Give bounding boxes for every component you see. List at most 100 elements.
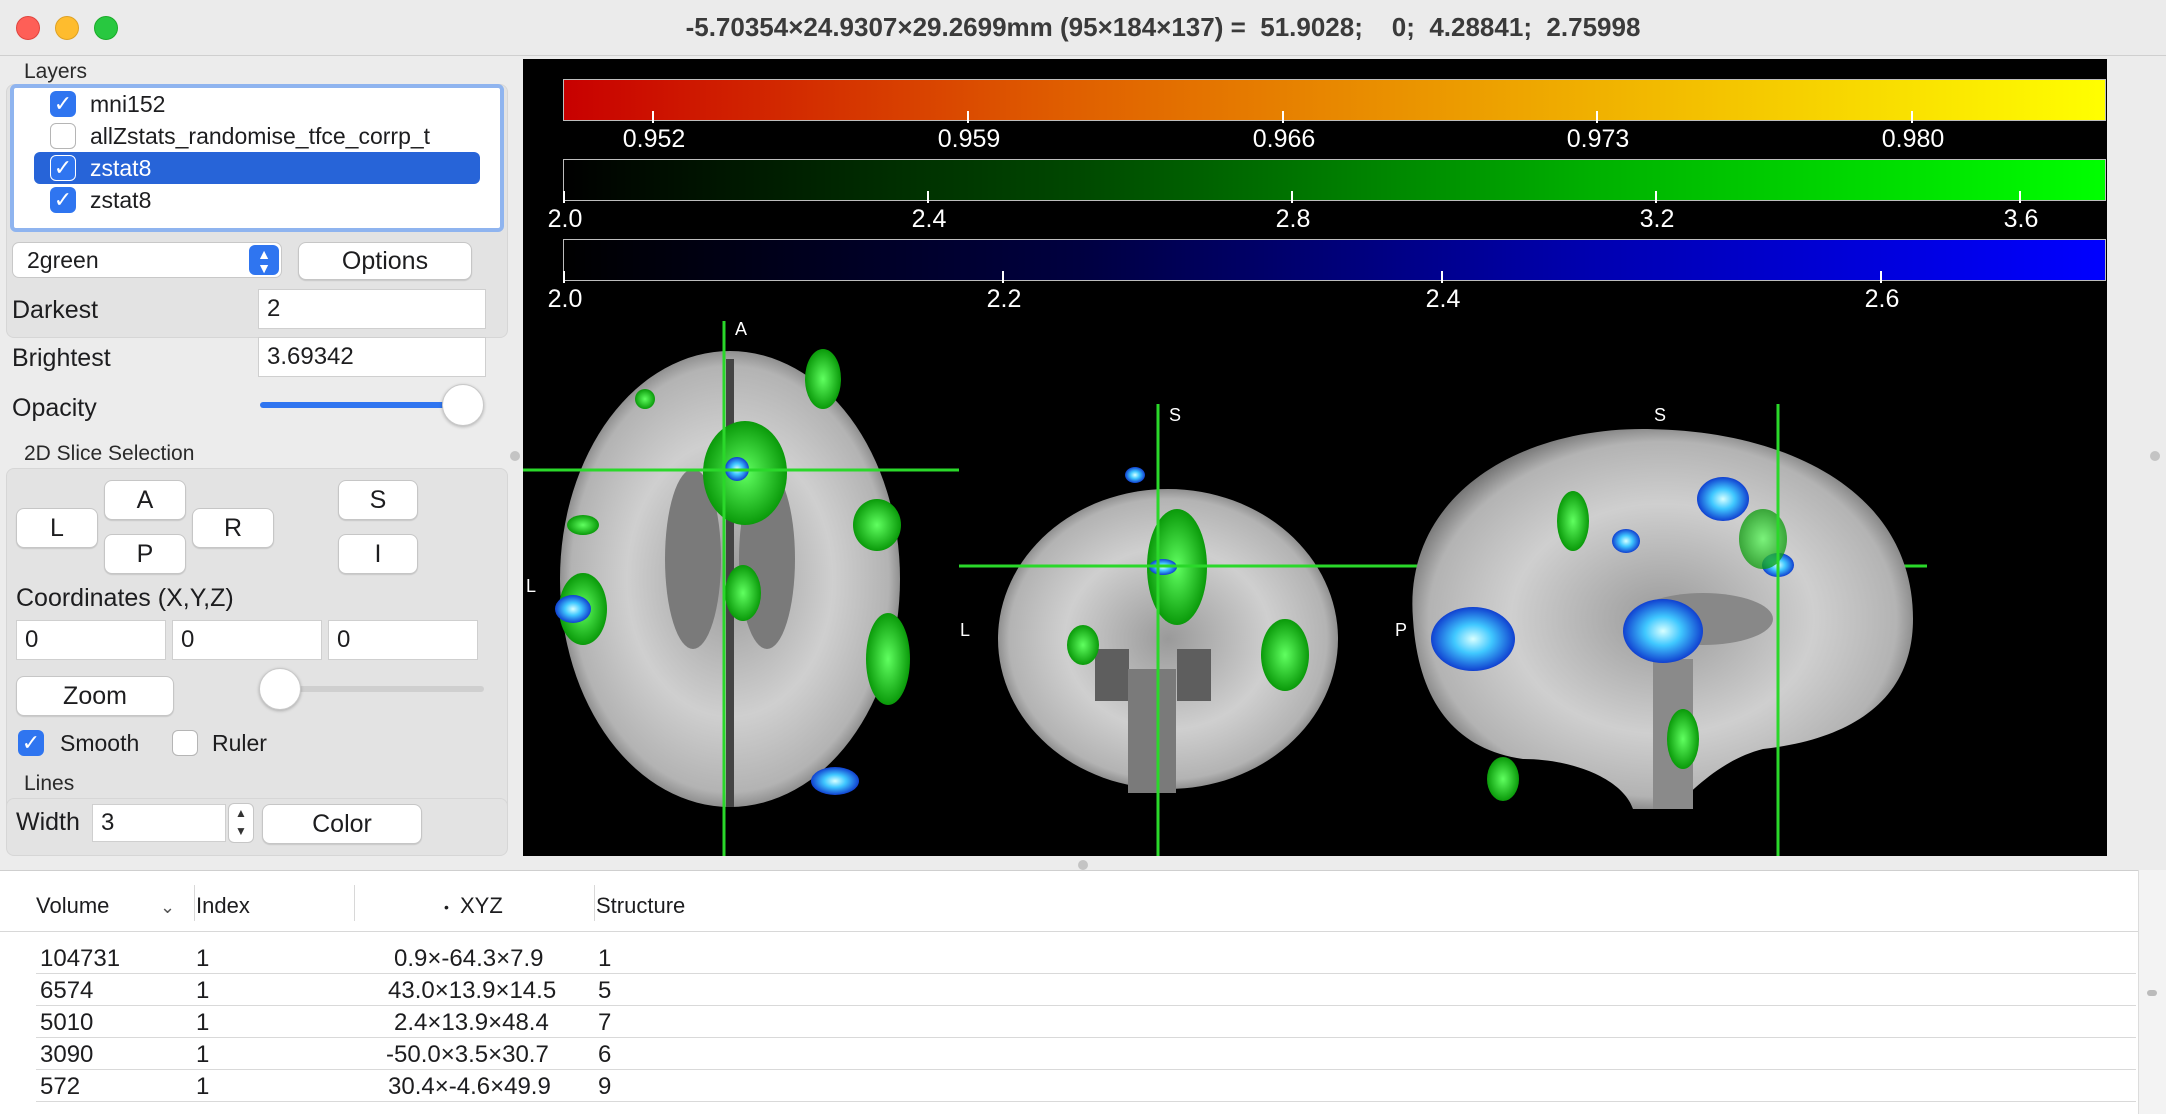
axial-slice[interactable] [523,321,959,856]
orientation-label-coronal-left: L [960,620,970,640]
layer-visibility-checkbox[interactable]: ✓ [50,187,76,213]
cell-index: 1 [196,977,210,1004]
colormap-value: 2green [27,247,99,273]
cell-xyz: 30.4×-4.6×49.9 [388,1073,551,1100]
coordinate-z-input[interactable]: 0 [328,620,478,660]
activation-blob [1697,477,1749,521]
brain-slices[interactable]: A L S L S P [523,59,2107,856]
activation-blob [1623,599,1703,663]
slice-selection-title: 2D Slice Selection [24,442,195,465]
layer-visibility-checkbox[interactable] [50,123,76,149]
brightest-input[interactable]: 3.69342 [258,337,486,377]
header-divider [0,931,2138,932]
anterior-view-button[interactable]: A [104,480,186,520]
activation-blob [1261,619,1309,691]
activation-blob [1487,757,1519,801]
opacity-slider-knob[interactable] [442,384,484,426]
layer-name: zstat8 [90,154,152,181]
layer-visibility-checkbox[interactable]: ✓ [50,91,76,117]
column-header-index[interactable]: Index [196,893,250,919]
inferior-view-button[interactable]: I [338,534,418,574]
sagittal-slice[interactable] [1412,404,1913,856]
activation-blob [811,767,859,795]
column-separator [594,885,595,921]
ruler-checkbox[interactable] [172,730,198,756]
cell-structure: 9 [598,1073,612,1100]
cell-xyz: 2.4×13.9×48.4 [394,1009,549,1036]
table-scrollbar[interactable] [2138,870,2166,1114]
options-button[interactable]: Options [298,242,472,280]
cell-volume: 104731 [40,945,121,972]
layers-group-title: Layers [24,60,88,83]
ventricle-left [1095,649,1129,701]
right-splitter-handle[interactable] [2150,451,2160,461]
ventricle-right [1177,649,1211,701]
chevron-down-icon[interactable]: ⌄ [160,897,175,918]
darkest-input[interactable]: 2 [258,289,486,329]
zoom-slider-knob[interactable] [259,668,301,710]
posterior-view-button[interactable]: P [104,534,186,574]
cluster-table[interactable]: Volume ⌄ Index • XYZ Structure 104731 1 … [0,870,2138,1114]
column-header-structure[interactable]: Structure [596,893,685,919]
table-row[interactable]: 5010 1 2.4×13.9×48.4 7 [36,1007,2136,1038]
table-row[interactable]: 6574 1 43.0×13.9×14.5 5 [36,975,2136,1006]
layer-row-zstat8[interactable]: ✓ zstat8 [14,184,500,216]
cell-index: 1 [196,1041,210,1068]
table-row[interactable]: 572 1 30.4×-4.6×49.9 9 [36,1071,2136,1102]
activation-blob [1067,625,1099,665]
activation-blob [853,499,901,551]
left-view-button[interactable]: L [16,508,98,548]
column-header-volume[interactable]: Volume [36,893,109,919]
line-width-stepper[interactable]: ▲ ▼ [228,803,254,843]
coordinate-y-input[interactable]: 0 [172,620,322,660]
line-width-label: Width [16,808,80,836]
activation-blob [1431,607,1515,671]
smooth-checkbox[interactable]: ✓ [18,730,44,756]
darkest-label: Darkest [12,296,99,324]
scrollbar-thumb[interactable] [2147,990,2157,996]
line-width-input[interactable]: 3 [92,804,226,842]
coordinates-label: Coordinates (X,Y,Z) [16,584,234,612]
column-header-xyz[interactable]: XYZ [460,893,503,919]
table-splitter-handle[interactable] [1078,860,1088,870]
activation-blob [1125,467,1145,483]
sort-dot-icon: • [444,899,449,915]
column-separator [354,885,355,921]
panel-splitter-handle[interactable] [510,451,520,461]
window-title: -5.70354×24.9307×29.2699mm (95×184×137) … [685,12,1641,42]
zoom-button[interactable]: Zoom [16,676,174,716]
opacity-label: Opacity [12,394,97,422]
superior-view-button[interactable]: S [338,480,418,520]
cell-index: 1 [196,945,210,972]
brainstem [1128,669,1176,793]
cell-structure: 6 [598,1041,612,1068]
cell-index: 1 [196,1009,210,1036]
layer-row-mni152[interactable]: ✓ mni152 [14,88,500,120]
coordinate-x-input[interactable]: 0 [16,620,166,660]
slice-view[interactable]: 0.952 0.959 0.966 0.973 0.980 2.0 2.4 2.… [523,59,2107,856]
layer-row-allzstats[interactable]: allZstats_randomise_tfce_corrp_t [14,120,500,152]
colormap-select[interactable]: 2green ▲ ▼ [12,242,282,278]
lines-group-title: Lines [24,772,75,795]
title-bar: -5.70354×24.9307×29.2699mm (95×184×137) … [0,0,2166,56]
layer-row-zstat8-selected[interactable]: ✓ zstat8 [34,152,480,184]
cell-index: 1 [196,1073,210,1100]
activation-blob [1557,491,1589,551]
layer-visibility-checkbox[interactable]: ✓ [50,155,76,181]
layers-list[interactable]: ✓ mni152 allZstats_randomise_tfce_corrp_… [10,84,504,232]
layer-name: mni152 [90,90,166,117]
smooth-label: Smooth [60,730,140,756]
cell-xyz: 0.9×-64.3×7.9 [394,945,544,972]
activation-blob [635,389,655,409]
right-view-button[interactable]: R [192,508,274,548]
lines-group [6,798,508,856]
ruler-label: Ruler [212,730,267,756]
orientation-label-axial-top: A [735,319,747,339]
layer-name: zstat8 [90,186,152,213]
table-row[interactable]: 104731 1 0.9×-64.3×7.9 1 [36,943,2136,974]
activation-blob [1667,709,1699,769]
table-row[interactable]: 3090 1 -50.0×3.5×30.7 6 [36,1039,2136,1070]
orientation-label-sagittal-top: S [1654,405,1666,425]
activation-blob [805,349,841,409]
line-color-button[interactable]: Color [262,804,422,844]
